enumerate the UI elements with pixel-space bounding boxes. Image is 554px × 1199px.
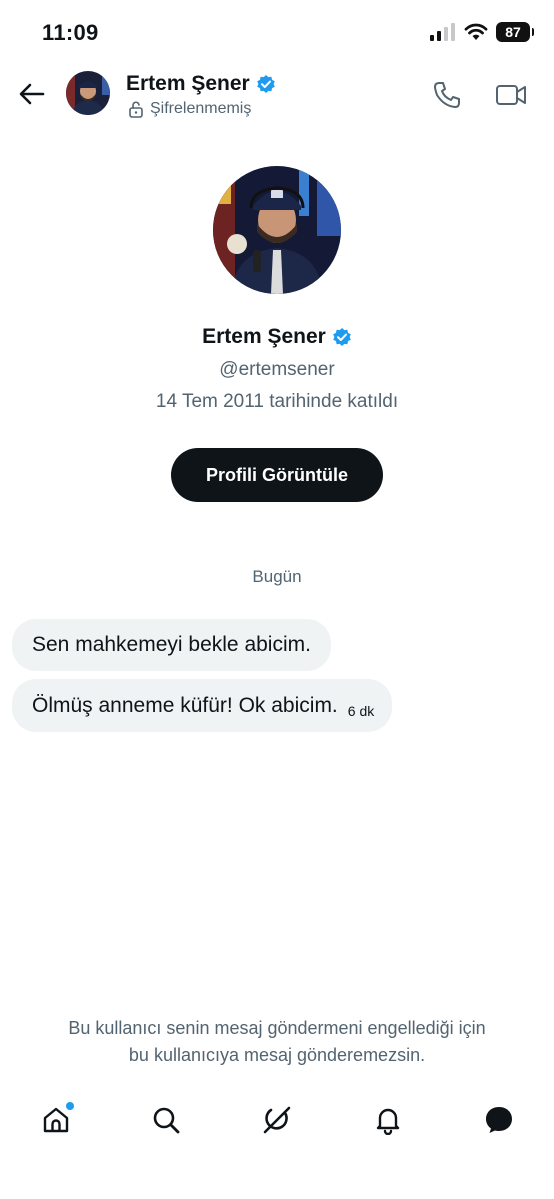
search-icon — [153, 1107, 180, 1134]
bell-icon — [376, 1108, 400, 1135]
message-bubble[interactable]: Sen mahkemeyi bekle abicim. — [12, 619, 331, 671]
avatar-photo — [66, 71, 110, 115]
profile-photo — [213, 166, 341, 294]
message-text: Ölmüş anneme küfür! Ok abicim. — [32, 693, 338, 717]
arrow-left-icon — [19, 83, 45, 105]
date-separator: Bugün — [252, 567, 302, 586]
voice-call-button[interactable] — [432, 80, 462, 110]
profile-name-row: Ertem Şener — [0, 325, 554, 349]
header-name-row[interactable]: Ertem Şener — [126, 72, 276, 96]
verified-badge-icon — [256, 75, 275, 93]
video-camera-icon — [496, 85, 526, 105]
status-icons: 87 — [430, 22, 534, 42]
tab-grok[interactable] — [259, 1102, 295, 1138]
back-button[interactable] — [16, 78, 48, 110]
tab-notifications[interactable] — [370, 1102, 406, 1138]
blocked-notice-line-1: Bu kullanıcı senin mesaj göndermeni enge… — [68, 1018, 486, 1038]
wifi-icon — [464, 23, 488, 40]
view-profile-button[interactable]: Profili Görüntüle — [171, 448, 383, 502]
blocked-notice-line-2: bu kullanıcıya mesaj gönderemezsin. — [128, 1045, 426, 1065]
avatar[interactable] — [66, 71, 110, 115]
tab-messages[interactable] — [481, 1102, 517, 1138]
messages-icon — [486, 1107, 512, 1133]
profile-name: Ertem Şener — [202, 325, 326, 348]
profile-handle: @ertemsener — [219, 359, 335, 380]
blocked-notice: Bu kullanıcı senin mesaj göndermeni enge… — [20, 1015, 534, 1069]
message-bubble[interactable]: Ölmüş anneme küfür! Ok abicim. 6 dk — [12, 679, 393, 732]
tab-home[interactable] — [38, 1102, 74, 1138]
profile-joined-date: 14 Tem 2011 tarihinde katıldı — [155, 391, 399, 412]
video-call-button[interactable] — [495, 80, 527, 110]
grok-icon — [263, 1106, 291, 1134]
status-bar: 11:09 87 — [0, 0, 554, 64]
cellular-signal-icon — [430, 23, 455, 41]
profile-avatar[interactable] — [213, 166, 341, 294]
bottom-tab-bar — [0, 1094, 554, 1148]
conversation-header: Ertem Şener Şifrelenmemiş — [0, 64, 554, 128]
encryption-label: Şifrelenmemiş — [150, 100, 252, 117]
battery-indicator: 87 — [496, 22, 534, 42]
phone-icon — [434, 82, 460, 108]
notification-dot — [66, 1102, 74, 1110]
home-icon — [43, 1107, 69, 1133]
tab-search[interactable] — [148, 1102, 184, 1138]
message-timestamp: 6 dk — [347, 702, 375, 719]
encryption-status: Şifrelenmemiş — [128, 100, 251, 118]
verified-badge-icon — [333, 328, 351, 346]
message-text: Sen mahkemeyi bekle abicim. — [32, 633, 311, 656]
status-time: 11:09 — [42, 20, 99, 45]
header-name: Ertem Şener — [126, 72, 250, 95]
unlocked-lock-icon — [129, 100, 143, 118]
